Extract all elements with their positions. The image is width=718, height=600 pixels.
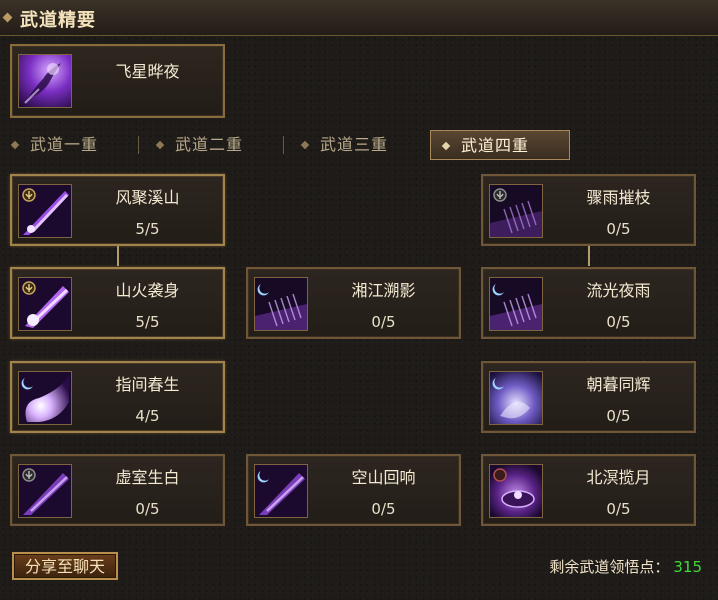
skill-level: 0/5	[371, 313, 396, 331]
points-value: 315	[673, 558, 702, 576]
skill-name: 流光夜雨	[586, 281, 651, 300]
skill-card-kongshanhuixiang[interactable]: 空山回响 0/5	[246, 454, 461, 526]
purple-meteor-icon	[18, 54, 72, 108]
tab-label: 武道二重	[175, 135, 244, 154]
purple-comet-icon	[18, 277, 72, 331]
tab-tier-1[interactable]: 武道一重	[0, 130, 132, 160]
purple-rain-icon	[254, 277, 308, 331]
skill-level: 4/5	[135, 407, 160, 425]
panel-title: 武道精要	[20, 10, 96, 31]
tree-connector	[588, 246, 590, 266]
skill-level: 0/5	[135, 500, 160, 518]
skill-card-xushishengbai[interactable]: 虚室生白 0/5	[10, 454, 225, 526]
skill-name: 指间春生	[115, 375, 180, 394]
purple-moon-icon	[489, 464, 543, 518]
header-skill-name: 飞星晔夜	[115, 62, 180, 81]
tab-tier-2[interactable]: 武道二重	[145, 130, 283, 160]
tab-label: 武道四重	[461, 136, 530, 155]
tree-connector	[117, 246, 119, 266]
points-label: 剩余武道领悟点：	[549, 558, 670, 576]
skill-name: 山火袭身	[115, 281, 180, 300]
skill-level: 0/5	[606, 313, 631, 331]
skill-card-liuguangyeyu[interactable]: 流光夜雨 0/5	[481, 267, 696, 339]
purple-orb-icon	[18, 371, 72, 425]
tab-tier-3[interactable]: 武道三重	[290, 130, 426, 160]
purple-rain-icon	[489, 277, 543, 331]
tab-divider	[283, 136, 284, 154]
share-to-chat-button[interactable]: 分享至聊天	[12, 552, 118, 580]
header-skill-card[interactable]: 飞星晔夜	[10, 44, 225, 118]
skill-name: 空山回响	[351, 468, 416, 487]
diamond-icon	[441, 141, 451, 151]
diamond-icon	[155, 140, 165, 150]
diamond-icon	[2, 12, 13, 23]
skill-name: 虚室生白	[115, 468, 180, 487]
tier-tabs: 武道一重 武道二重 武道三重 武道四重	[0, 130, 718, 160]
purple-rain-icon	[489, 184, 543, 238]
skill-card-zhaomutonghui[interactable]: 朝暮同辉 0/5	[481, 361, 696, 433]
skill-name: 朝暮同辉	[586, 375, 651, 394]
skill-card-beiminglanyue[interactable]: 北溟揽月 0/5	[481, 454, 696, 526]
skill-card-shanhuoxishen[interactable]: 山火袭身 5/5	[10, 267, 225, 339]
skill-card-xiangjiangsuying[interactable]: 湘江溯影 0/5	[246, 267, 461, 339]
skill-level: 5/5	[135, 313, 160, 331]
tab-label: 武道三重	[320, 135, 389, 154]
purple-comet-icon	[254, 464, 308, 518]
skill-name: 北溟揽月	[586, 468, 651, 487]
tab-label: 武道一重	[30, 135, 99, 154]
purple-swirl-icon	[489, 371, 543, 425]
skill-level: 0/5	[606, 220, 631, 238]
skill-name: 风聚溪山	[115, 188, 180, 207]
diamond-icon	[300, 140, 310, 150]
skill-level: 0/5	[371, 500, 396, 518]
remaining-points: 剩余武道领悟点： 315	[549, 556, 702, 577]
panel-title-bar: 武道精要	[0, 0, 718, 36]
tab-tier-4[interactable]: 武道四重	[430, 130, 570, 160]
skill-level: 0/5	[606, 500, 631, 518]
skill-name: 骤雨摧枝	[586, 188, 651, 207]
purple-comet-icon	[18, 464, 72, 518]
skill-level: 0/5	[606, 407, 631, 425]
skill-name: 湘江溯影	[351, 281, 416, 300]
skill-level: 5/5	[135, 220, 160, 238]
skill-card-zhijianchunsheng[interactable]: 指间春生 4/5	[10, 361, 225, 433]
tab-divider	[138, 136, 139, 154]
skill-card-fengjuxishan[interactable]: 风聚溪山 5/5	[10, 174, 225, 246]
purple-comet-icon	[18, 184, 72, 238]
diamond-icon	[10, 140, 20, 150]
skill-card-zhouyucuizhi[interactable]: 骤雨摧枝 0/5	[481, 174, 696, 246]
